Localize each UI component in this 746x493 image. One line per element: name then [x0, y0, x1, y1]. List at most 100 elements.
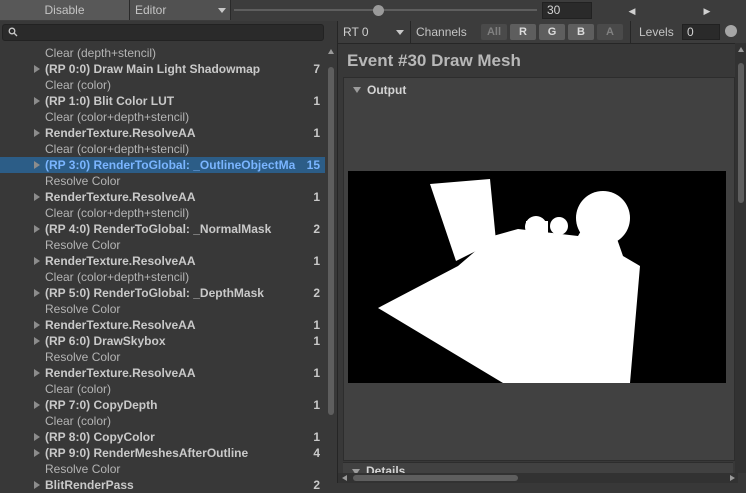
event-row-selected[interactable]: (RP 3:0) RenderToGlobal: _OutlineObjectM… [0, 157, 325, 173]
event-index-field[interactable]: 30 [542, 2, 592, 19]
expand-arrow-icon[interactable] [34, 161, 40, 169]
disable-button[interactable]: Disable [0, 0, 130, 20]
event-draw-count: 7 [313, 62, 320, 76]
expand-arrow-icon[interactable] [34, 257, 40, 265]
levels-slider-thumb[interactable] [725, 25, 737, 37]
channel-b-button[interactable]: B [568, 24, 594, 40]
detail-horizontal-scrollbar[interactable] [338, 473, 738, 483]
expand-arrow-icon[interactable] [34, 433, 40, 441]
event-row[interactable]: Clear (color+depth+stencil) [0, 269, 325, 285]
event-label: Clear (color+depth+stencil) [45, 142, 190, 156]
channel-a-button[interactable]: A [597, 24, 623, 40]
expand-arrow-icon[interactable] [34, 129, 40, 137]
event-label: Resolve Color [45, 302, 121, 316]
event-row[interactable]: Resolve Color [0, 461, 325, 477]
expand-arrow-icon[interactable] [34, 193, 40, 201]
details-header[interactable]: Details [366, 464, 405, 473]
event-label: (RP 9:0) RenderMeshesAfterOutline [45, 446, 249, 460]
event-label: BlitRenderPass [45, 478, 134, 492]
output-header[interactable]: Output [367, 83, 406, 97]
event-row[interactable]: Resolve Color [0, 301, 325, 317]
event-draw-count: 1 [313, 334, 320, 348]
target-dropdown[interactable]: Editor [130, 0, 231, 20]
event-label: RenderTexture.ResolveAA [45, 318, 196, 332]
event-row[interactable]: Clear (color+depth+stencil) [0, 141, 325, 157]
event-row[interactable]: RenderTexture.ResolveAA 1 [0, 317, 325, 333]
event-row[interactable]: RenderTexture.ResolveAA 1 [0, 253, 325, 269]
event-row[interactable]: Clear (color) [0, 413, 325, 429]
event-label: Clear (color+depth+stencil) [45, 110, 190, 124]
event-slider-track[interactable] [234, 9, 537, 11]
expand-arrow-icon[interactable] [34, 401, 40, 409]
event-draw-count: 2 [313, 222, 320, 236]
foldout-open-icon[interactable] [353, 87, 361, 93]
detail-scrollbar[interactable] [735, 43, 746, 473]
event-row[interactable]: (RP 7:0) CopyDepth 1 [0, 397, 325, 413]
event-row[interactable]: Resolve Color [0, 237, 325, 253]
event-slider-thumb[interactable] [373, 5, 384, 16]
event-row[interactable]: Clear (color) [0, 381, 325, 397]
frame-debugger-toolbar: Disable Editor 30 ◀ ▶ [0, 0, 746, 22]
expand-arrow-icon[interactable] [34, 289, 40, 297]
event-row[interactable]: Clear (color+depth+stencil) [0, 109, 325, 125]
event-draw-count: 4 [313, 446, 320, 460]
event-list-pane: Clear (depth+stencil) (RP 0:0) Draw Main … [0, 21, 337, 492]
scrollbar-thumb[interactable] [353, 475, 518, 481]
render-target-label: RT 0 [343, 25, 369, 39]
expand-arrow-icon[interactable] [34, 97, 40, 105]
event-row[interactable]: Clear (color) [0, 77, 325, 93]
arrow-right-icon: ▶ [703, 6, 711, 16]
event-row[interactable]: (RP 0:0) Draw Main Light Shadowmap 7 [0, 61, 325, 77]
channel-r-button[interactable]: R [510, 24, 536, 40]
event-label: Resolve Color [45, 238, 121, 252]
event-row[interactable]: RenderTexture.ResolveAA 1 [0, 125, 325, 141]
render-target-bar: RT 0 Channels All R G B A Levels 0 [338, 21, 746, 44]
event-label: Resolve Color [45, 174, 121, 188]
levels-field[interactable]: 0 [682, 24, 720, 40]
channel-all-button[interactable]: All [481, 24, 507, 40]
event-label: (RP 4:0) RenderToGlobal: _NormalMask [45, 222, 272, 236]
event-row[interactable]: (RP 4:0) RenderToGlobal: _NormalMask 2 [0, 221, 325, 237]
event-row[interactable]: (RP 6:0) DrawSkybox 1 [0, 333, 325, 349]
event-row[interactable]: (RP 9:0) RenderMeshesAfterOutline 4 [0, 445, 325, 461]
event-draw-count: 1 [313, 318, 320, 332]
event-row[interactable]: Clear (depth+stencil) [0, 45, 325, 61]
expand-arrow-icon[interactable] [34, 369, 40, 377]
event-draw-count: 2 [313, 286, 320, 300]
event-draw-count: 1 [313, 430, 320, 444]
event-list-scrollbar[interactable] [325, 45, 337, 483]
event-label: (RP 7:0) CopyDepth [45, 398, 158, 412]
render-target-dropdown[interactable]: RT 0 [338, 21, 411, 43]
event-row[interactable]: Resolve Color [0, 173, 325, 189]
next-event-button[interactable]: ▶ [672, 0, 742, 20]
event-row[interactable]: BlitRenderPass 2 [0, 477, 325, 493]
expand-arrow-icon[interactable] [34, 65, 40, 73]
event-row[interactable]: Resolve Color [0, 349, 325, 365]
expand-arrow-icon[interactable] [34, 481, 40, 489]
expand-arrow-icon[interactable] [34, 225, 40, 233]
details-panel: Details [343, 462, 733, 473]
chevron-down-icon [396, 30, 404, 35]
search-field[interactable] [2, 24, 324, 41]
event-row[interactable]: (RP 8:0) CopyColor 1 [0, 429, 325, 445]
event-draw-count: 15 [306, 158, 320, 172]
divider [630, 21, 631, 43]
event-label: Resolve Color [45, 350, 121, 364]
event-label: RenderTexture.ResolveAA [45, 190, 196, 204]
channel-g-button[interactable]: G [539, 24, 565, 40]
prev-event-button[interactable]: ◀ [597, 0, 667, 20]
event-row[interactable]: RenderTexture.ResolveAA 1 [0, 189, 325, 205]
expand-arrow-icon[interactable] [34, 337, 40, 345]
event-row[interactable]: Clear (color+depth+stencil) [0, 205, 325, 221]
event-draw-count: 1 [313, 254, 320, 268]
scrollbar-thumb[interactable] [328, 67, 334, 415]
event-row[interactable]: RenderTexture.ResolveAA 1 [0, 365, 325, 381]
scrollbar-thumb[interactable] [738, 63, 744, 203]
event-label: Clear (depth+stencil) [45, 46, 157, 60]
expand-arrow-icon[interactable] [34, 321, 40, 329]
event-draw-count: 2 [313, 478, 320, 492]
event-label: RenderTexture.ResolveAA [45, 366, 196, 380]
expand-arrow-icon[interactable] [34, 449, 40, 457]
event-row[interactable]: (RP 5:0) RenderToGlobal: _DepthMask 2 [0, 285, 325, 301]
event-row[interactable]: (RP 1:0) Blit Color LUT 1 [0, 93, 325, 109]
